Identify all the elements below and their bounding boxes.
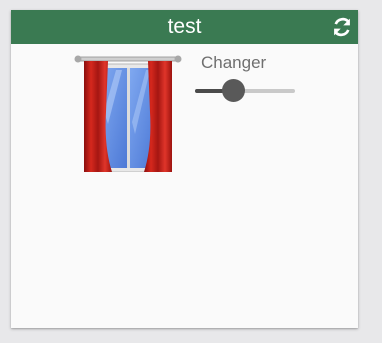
card-title: test: [167, 15, 202, 38]
slider-label: Changer: [201, 53, 267, 72]
slider-thumb[interactable]: [222, 79, 245, 102]
widget-card: test Changer: [11, 10, 358, 328]
window-with-curtains-icon: [74, 55, 182, 172]
refresh-icon[interactable]: [332, 17, 352, 37]
changer-slider[interactable]: [195, 78, 295, 104]
card-header: test: [11, 10, 358, 44]
